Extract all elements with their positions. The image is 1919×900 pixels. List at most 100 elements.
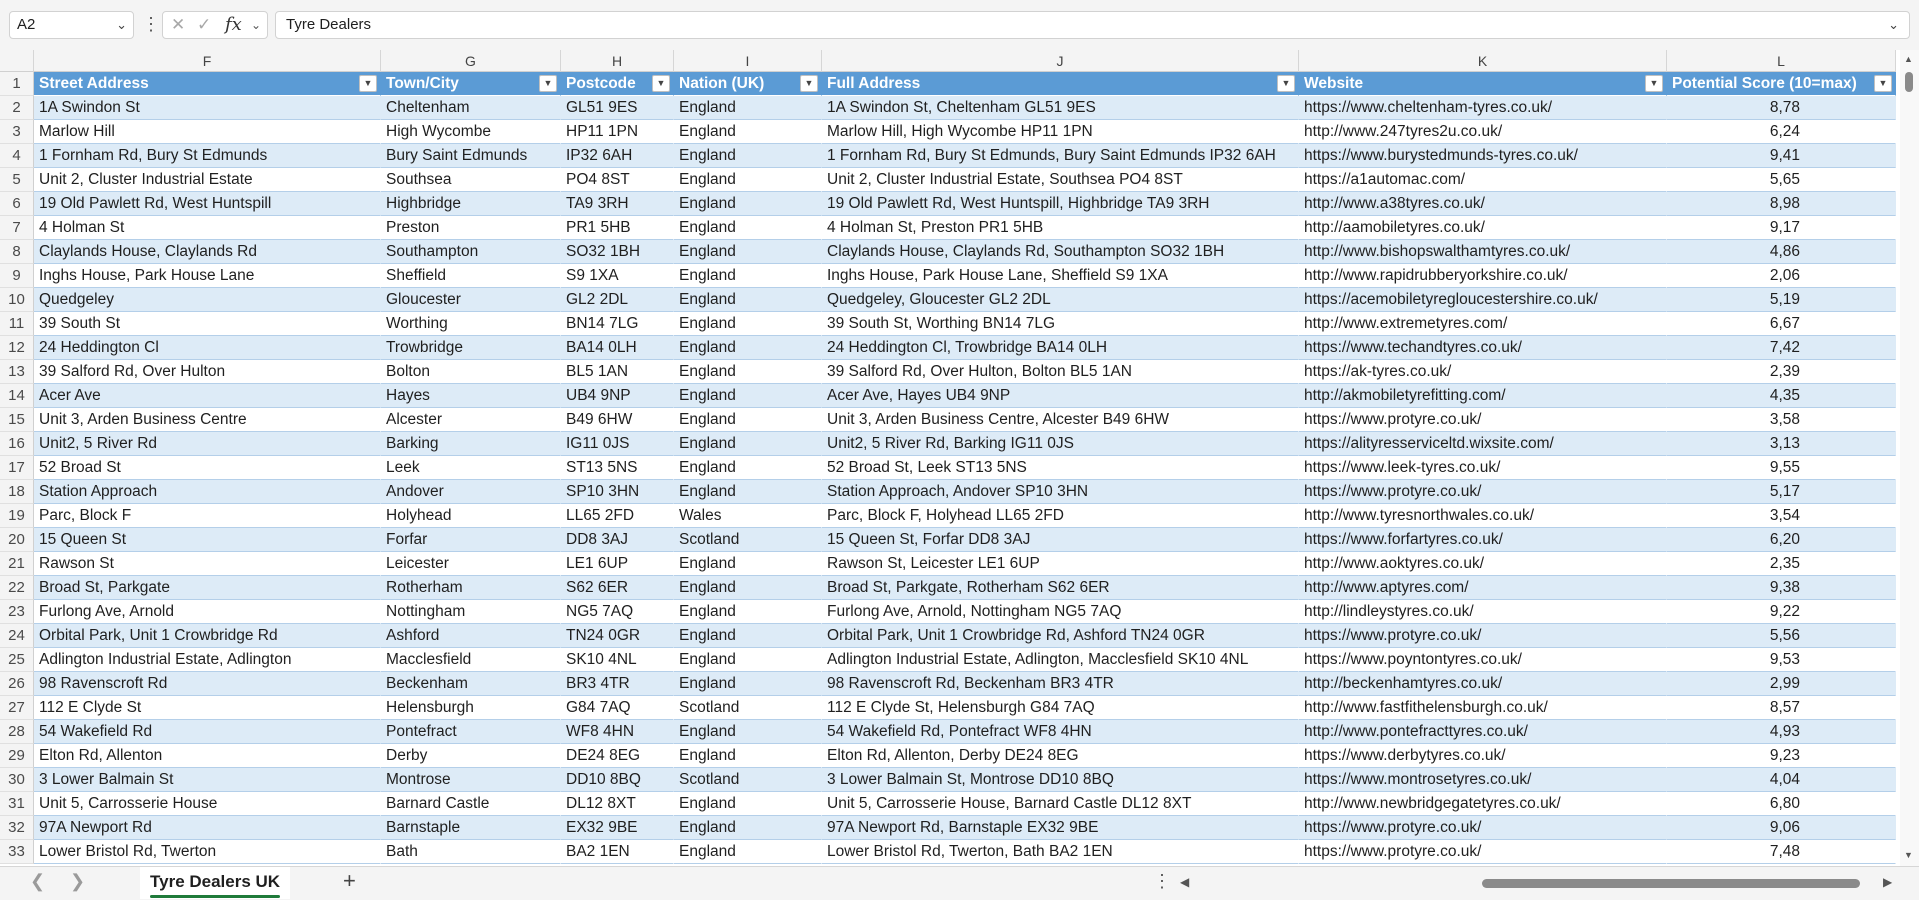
header-cell-k[interactable]: Website: [1299, 72, 1667, 96]
cell-postcode[interactable]: DD8 3AJ: [561, 528, 674, 552]
cell-postcode[interactable]: S62 6ER: [561, 576, 674, 600]
cell-postcode[interactable]: SK10 4NL: [561, 648, 674, 672]
cell-score[interactable]: 6,20: [1667, 528, 1896, 552]
header-cell-j[interactable]: Full Address: [822, 72, 1299, 96]
expand-formula-icon[interactable]: ⌄: [1888, 12, 1899, 38]
cell-full[interactable]: Furlong Ave, Arnold, Nottingham NG5 7AQ: [822, 600, 1299, 624]
cell-street[interactable]: 52 Broad St: [34, 456, 381, 480]
row-number[interactable]: 16: [0, 432, 34, 456]
cell-score[interactable]: 9,06: [1667, 816, 1896, 840]
cell-street[interactable]: Unit 3, Arden Business Centre: [34, 408, 381, 432]
name-box[interactable]: A2 ⌄: [9, 11, 134, 39]
cell-nation[interactable]: England: [674, 192, 822, 216]
cell-nation[interactable]: England: [674, 144, 822, 168]
cell-website[interactable]: https://www.techandtyres.co.uk/: [1299, 336, 1667, 360]
cell-website[interactable]: https://www.derbytyres.co.uk/: [1299, 744, 1667, 768]
cell-postcode[interactable]: GL2 2DL: [561, 288, 674, 312]
cell-website[interactable]: http://www.aoktyres.co.uk/: [1299, 552, 1667, 576]
cell-nation[interactable]: England: [674, 552, 822, 576]
cell-website[interactable]: http://www.fastfithelensburgh.co.uk/: [1299, 696, 1667, 720]
filter-dropdown-icon[interactable]: ▼: [652, 75, 670, 92]
cell-postcode[interactable]: TA9 3RH: [561, 192, 674, 216]
row-number[interactable]: 14: [0, 384, 34, 408]
scroll-right-icon[interactable]: ▶: [1883, 875, 1892, 889]
cell-town[interactable]: Bolton: [381, 360, 561, 384]
cell-score[interactable]: 5,17: [1667, 480, 1896, 504]
row-number[interactable]: 2: [0, 96, 34, 120]
cell-nation[interactable]: England: [674, 288, 822, 312]
row-number[interactable]: 21: [0, 552, 34, 576]
row-number[interactable]: 30: [0, 768, 34, 792]
header-cell-f[interactable]: Street Address: [34, 72, 381, 96]
cell-nation[interactable]: England: [674, 432, 822, 456]
cell-score[interactable]: 2,35: [1667, 552, 1896, 576]
cell-website[interactable]: http://lindleystyres.co.uk/: [1299, 600, 1667, 624]
cell-town[interactable]: Nottingham: [381, 600, 561, 624]
filter-dropdown-icon[interactable]: ▼: [1277, 75, 1295, 92]
cell-website[interactable]: https://ak-tyres.co.uk/: [1299, 360, 1667, 384]
row-number[interactable]: 28: [0, 720, 34, 744]
cell-street[interactable]: Adlington Industrial Estate, Adlington: [34, 648, 381, 672]
cell-full[interactable]: 4 Holman St, Preston PR1 5HB: [822, 216, 1299, 240]
cell-full[interactable]: 1A Swindon St, Cheltenham GL51 9ES: [822, 96, 1299, 120]
scroll-up-icon[interactable]: ▲: [1904, 54, 1913, 64]
confirm-icon[interactable]: ✓: [197, 12, 211, 38]
cell-full[interactable]: 97A Newport Rd, Barnstaple EX32 9BE: [822, 816, 1299, 840]
cell-postcode[interactable]: WF8 4HN: [561, 720, 674, 744]
cell-town[interactable]: Barnstaple: [381, 816, 561, 840]
cell-street[interactable]: 19 Old Pawlett Rd, West Huntspill: [34, 192, 381, 216]
cancel-icon[interactable]: ✕: [171, 12, 185, 38]
cell-nation[interactable]: England: [674, 384, 822, 408]
cell-score[interactable]: 2,06: [1667, 264, 1896, 288]
cell-postcode[interactable]: PO4 8ST: [561, 168, 674, 192]
cell-full[interactable]: 39 South St, Worthing BN14 7LG: [822, 312, 1299, 336]
cell-town[interactable]: Rotherham: [381, 576, 561, 600]
row-number[interactable]: 24: [0, 624, 34, 648]
cell-street[interactable]: Unit 2, Cluster Industrial Estate: [34, 168, 381, 192]
cell-full[interactable]: Unit 5, Carrosserie House, Barnard Castl…: [822, 792, 1299, 816]
row-number[interactable]: 23: [0, 600, 34, 624]
cell-full[interactable]: Claylands House, Claylands Rd, Southampt…: [822, 240, 1299, 264]
cell-town[interactable]: Montrose: [381, 768, 561, 792]
cell-website[interactable]: https://acemobiletyregloucestershire.co.…: [1299, 288, 1667, 312]
spreadsheet-grid[interactable]: FGHIJKL 1 Street Address ▼ Town/City ▼ Postco…: [0, 50, 1900, 866]
cell-website[interactable]: http://www.247tyres2u.co.uk/: [1299, 120, 1667, 144]
cell-postcode[interactable]: DL12 8XT: [561, 792, 674, 816]
cell-score[interactable]: 6,24: [1667, 120, 1896, 144]
cell-town[interactable]: Forfar: [381, 528, 561, 552]
cell-street[interactable]: Inghs House, Park House Lane: [34, 264, 381, 288]
filter-dropdown-icon[interactable]: ▼: [1874, 75, 1892, 92]
row-number[interactable]: 25: [0, 648, 34, 672]
cell-nation[interactable]: England: [674, 840, 822, 864]
cell-street[interactable]: Elton Rd, Allenton: [34, 744, 381, 768]
scroll-left-icon[interactable]: ◀: [1180, 875, 1189, 889]
cell-full[interactable]: 39 Salford Rd, Over Hulton, Bolton BL5 1…: [822, 360, 1299, 384]
cell-postcode[interactable]: DD10 8BQ: [561, 768, 674, 792]
cell-nation[interactable]: Scotland: [674, 528, 822, 552]
cell-nation[interactable]: England: [674, 744, 822, 768]
cell-nation[interactable]: England: [674, 168, 822, 192]
cell-street[interactable]: 1 Fornham Rd, Bury St Edmunds: [34, 144, 381, 168]
cell-postcode[interactable]: ST13 5NS: [561, 456, 674, 480]
formula-input[interactable]: Tyre Dealers ⌄: [275, 11, 1910, 39]
cell-score[interactable]: 4,86: [1667, 240, 1896, 264]
column-header-h[interactable]: H: [561, 50, 674, 72]
cell-full[interactable]: Unit 2, Cluster Industrial Estate, South…: [822, 168, 1299, 192]
cell-postcode[interactable]: GL51 9ES: [561, 96, 674, 120]
cell-street[interactable]: 39 South St: [34, 312, 381, 336]
cell-website[interactable]: http://www.bishopswalthamtyres.co.uk/: [1299, 240, 1667, 264]
cell-score[interactable]: 2,99: [1667, 672, 1896, 696]
column-header-i[interactable]: I: [674, 50, 822, 72]
cell-full[interactable]: 52 Broad St, Leek ST13 5NS: [822, 456, 1299, 480]
cell-town[interactable]: Hayes: [381, 384, 561, 408]
cell-town[interactable]: Barking: [381, 432, 561, 456]
cell-town[interactable]: Ashford: [381, 624, 561, 648]
next-sheet-icon[interactable]: ❯: [70, 871, 85, 892]
cell-score[interactable]: 3,13: [1667, 432, 1896, 456]
prev-sheet-icon[interactable]: ❮: [30, 871, 45, 892]
row-number[interactable]: 9: [0, 264, 34, 288]
cell-score[interactable]: 9,23: [1667, 744, 1896, 768]
cell-full[interactable]: Unit 3, Arden Business Centre, Alcester …: [822, 408, 1299, 432]
cell-town[interactable]: Macclesfield: [381, 648, 561, 672]
cell-postcode[interactable]: IG11 0JS: [561, 432, 674, 456]
